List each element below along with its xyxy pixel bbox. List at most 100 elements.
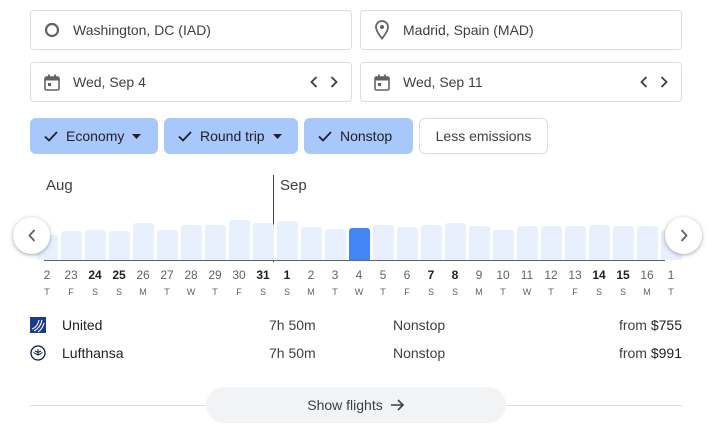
price-bar[interactable] xyxy=(132,223,154,260)
day-of-week-label: S xyxy=(91,287,98,297)
less-emissions-chip-label: Less emissions xyxy=(435,128,532,144)
price-bar[interactable] xyxy=(180,225,202,260)
caret-down-icon xyxy=(132,133,142,139)
flight-price: from $991 xyxy=(619,345,682,361)
flight-stops: Nonstop xyxy=(393,317,446,333)
day-of-week-label: W xyxy=(522,287,532,297)
price-prefix: from xyxy=(618,345,647,361)
less-emissions-chip[interactable]: Less emissions xyxy=(419,118,548,154)
arrow-right-icon xyxy=(390,399,404,411)
price-bar[interactable] xyxy=(492,230,514,260)
chevron-left-icon xyxy=(640,76,648,88)
chevron-right-icon xyxy=(660,76,668,88)
price-bar[interactable] xyxy=(204,225,226,260)
price-value: $991 xyxy=(650,345,682,361)
day-number-label: 11 xyxy=(520,268,534,282)
price-bar[interactable] xyxy=(108,231,130,260)
price-bar[interactable] xyxy=(540,226,562,260)
price-bar[interactable] xyxy=(276,221,298,260)
price-bar[interactable] xyxy=(588,225,610,260)
economy-chip-label: Economy xyxy=(66,128,125,144)
day-of-week-label: F xyxy=(236,287,242,297)
price-bar[interactable] xyxy=(60,231,82,260)
origin-field[interactable]: Washington, DC (IAD) xyxy=(30,10,352,50)
return-next-day-button[interactable] xyxy=(657,73,671,91)
result-row-lufthansa[interactable]: Lufthansa 7h 50m Nonstop from $991 xyxy=(30,343,682,363)
price-prefix: from xyxy=(618,317,647,333)
flight-duration: 7h 50m xyxy=(269,345,316,361)
day-of-week-label: T xyxy=(164,287,170,297)
price-bar[interactable] xyxy=(612,226,634,260)
depart-date-field[interactable]: Wed, Sep 4 xyxy=(30,62,352,102)
day-of-week-label: F xyxy=(572,287,578,297)
price-bar[interactable] xyxy=(444,223,466,260)
day-of-week-label: W xyxy=(354,287,364,297)
day-of-week-label: S xyxy=(595,287,602,297)
day-number-label: 3 xyxy=(331,268,339,282)
day-number-label: 6 xyxy=(403,268,411,282)
price-bar[interactable] xyxy=(396,227,418,260)
flight-stops: Nonstop xyxy=(393,345,446,361)
calendar-prev-button[interactable] xyxy=(13,217,50,254)
day-of-week-label: M xyxy=(139,287,147,297)
chevron-right-icon xyxy=(680,229,688,242)
day-number-label: 29 xyxy=(208,268,222,282)
day-number-label: 7 xyxy=(427,268,435,282)
check-icon xyxy=(44,130,58,142)
day-of-week-label: F xyxy=(68,287,74,297)
check-icon xyxy=(318,130,332,142)
day-number-label: 10 xyxy=(496,268,510,282)
day-number-label: 23 xyxy=(64,268,78,282)
depart-prev-day-button[interactable] xyxy=(307,73,321,91)
trip-type-chip-label: Round trip xyxy=(200,128,265,144)
day-number-label: 27 xyxy=(160,268,174,282)
day-of-week-label: T xyxy=(212,287,218,297)
day-of-week-label: T xyxy=(500,287,506,297)
calendar-icon xyxy=(31,74,73,91)
origin-input[interactable]: Washington, DC (IAD) xyxy=(73,22,211,38)
day-of-week-label: S xyxy=(259,287,266,297)
trip-type-chip[interactable]: Round trip xyxy=(164,118,298,154)
price-bar[interactable] xyxy=(156,230,178,260)
price-bar[interactable] xyxy=(516,226,538,260)
price-bar[interactable] xyxy=(252,223,274,260)
return-date-field[interactable]: Wed, Sep 11 xyxy=(360,62,682,102)
day-number-label: 2 xyxy=(307,268,315,282)
price-bar[interactable] xyxy=(636,226,658,260)
calendar-icon xyxy=(361,74,403,91)
day-number-label: 8 xyxy=(451,268,459,282)
day-number-label: 14 xyxy=(592,268,606,282)
depart-next-day-button[interactable] xyxy=(327,73,341,91)
price-bar[interactable] xyxy=(372,225,394,260)
price-bar[interactable] xyxy=(300,227,322,260)
economy-chip[interactable]: Economy xyxy=(30,118,158,154)
price-bar[interactable] xyxy=(348,228,370,260)
day-number-label: 16 xyxy=(640,268,654,282)
price-bar[interactable] xyxy=(564,226,586,260)
nonstop-chip-label: Nonstop xyxy=(340,128,393,144)
calendar-next-button[interactable] xyxy=(665,217,702,254)
day-of-week-label: M xyxy=(643,287,651,297)
day-of-week-label: T xyxy=(332,287,338,297)
day-number-label: 2 xyxy=(43,268,51,282)
day-of-week-label: T xyxy=(44,287,50,297)
result-row-united[interactable]: United 7h 50m Nonstop from $755 xyxy=(30,315,682,335)
united-logo-icon xyxy=(30,317,46,333)
destination-input[interactable]: Madrid, Spain (MAD) xyxy=(403,22,534,38)
show-flights-button[interactable]: Show flights xyxy=(206,387,506,423)
price-bar[interactable] xyxy=(324,229,346,260)
price-bar[interactable] xyxy=(468,226,490,260)
return-prev-day-button[interactable] xyxy=(637,73,651,91)
month-label-aug: Aug xyxy=(46,177,73,194)
price-bar[interactable] xyxy=(420,225,442,260)
day-of-week-label: F xyxy=(404,287,410,297)
price-bar[interactable] xyxy=(84,230,106,260)
day-of-week-label: S xyxy=(115,287,122,297)
day-of-week-label: S xyxy=(283,287,290,297)
month-label-sep: Sep xyxy=(280,177,307,194)
price-bar[interactable] xyxy=(228,220,250,260)
lufthansa-logo-icon xyxy=(30,345,46,361)
destination-field[interactable]: Madrid, Spain (MAD) xyxy=(360,10,682,50)
chevron-right-icon xyxy=(330,76,338,88)
nonstop-chip[interactable]: Nonstop xyxy=(304,118,413,154)
